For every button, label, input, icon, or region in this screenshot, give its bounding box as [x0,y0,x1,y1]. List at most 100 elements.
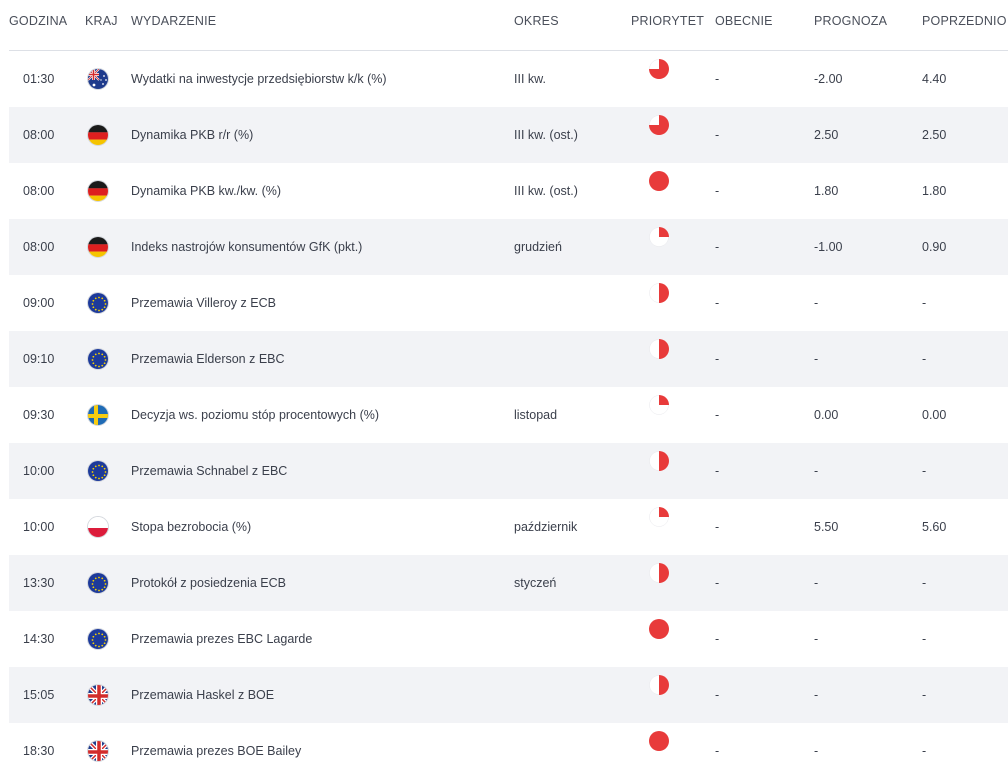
cell-period: październik [514,520,578,534]
cell-time: 18:30 [23,744,55,758]
cell-forecast: - [814,632,819,646]
priority-indicator-icon [649,451,669,471]
cell-forecast: 2.50 [814,128,839,142]
cell-forecast: 1.80 [814,184,839,198]
eu-flag-icon [87,292,109,314]
cell-time: 08:00 [23,184,55,198]
table-header: GODZINA KRAJ WYDARZENIE OKRES PRIORYTET … [9,0,1008,51]
cell-forecast: - [814,296,819,310]
cell-actual: - [715,184,720,198]
priority-indicator-icon [649,563,669,583]
table-row[interactable]: 13:30 Protokół z posiedzenia ECB styczeń - -… [9,555,1008,611]
cell-previous: 5.60 [922,520,947,534]
cell-actual: - [715,576,720,590]
table-row[interactable]: 15:05 Przemawia Haskel z BOE - - - [9,667,1008,723]
cell-previous: - [922,464,927,478]
cell-time: 10:00 [23,520,55,534]
header-forecast[interactable]: PROGNOZA [814,14,887,28]
priority-indicator-icon [649,115,669,135]
cell-event: Wydatki na inwestycje przedsiębiorstw k/… [131,72,387,86]
header-previous[interactable]: POPRZEDNIO [922,14,1007,28]
cell-time: 09:30 [23,408,55,422]
cell-event: Indeks nastrojów konsumentów GfK (pkt.) [131,240,363,254]
table-row[interactable]: 08:00 Indeks nastrojów konsumentów GfK (p… [9,219,1008,275]
cell-event: Przemawia Schnabel z EBC [131,464,288,478]
table-row[interactable]: 14:30 Przemawia prezes EBC Lagarde - - - [9,611,1008,667]
cell-actual: - [715,464,720,478]
table-row[interactable]: 09:30 Decyzja ws. poziomu stóp procentowy… [9,387,1008,443]
germany-flag-icon [87,124,109,146]
priority-indicator-icon [649,675,669,695]
cell-previous: - [922,744,927,758]
cell-previous: 1.80 [922,184,947,198]
cell-time: 09:10 [23,352,55,366]
priority-indicator-icon [649,171,669,191]
header-event[interactable]: WYDARZENIE [131,14,216,28]
cell-actual: - [715,128,720,142]
priority-indicator-icon [649,619,669,639]
cell-time: 01:30 [23,72,55,86]
table-row[interactable]: 18:30 Przemawia prezes BOE Bailey - - - [9,723,1008,779]
cell-forecast: -2.00 [814,72,843,86]
table-row[interactable]: 10:00 Stopa bezrobocia (%) październik - 5.5… [9,499,1008,555]
cell-time: 13:30 [23,576,55,590]
economic-calendar: GODZINA KRAJ WYDARZENIE OKRES PRIORYTET … [0,0,1008,779]
cell-time: 14:30 [23,632,55,646]
cell-event: Protokół z posiedzenia ECB [131,576,286,590]
table-row[interactable]: 10:00 Przemawia Schnabel z EBC - - - [9,443,1008,499]
priority-indicator-icon [649,283,669,303]
cell-event: Przemawia prezes BOE Bailey [131,744,302,758]
cell-previous: 0.00 [922,408,947,422]
cell-actual: - [715,296,720,310]
poland-flag-icon [87,516,109,538]
cell-time: 09:00 [23,296,55,310]
cell-event: Stopa bezrobocia (%) [131,520,252,534]
table-row[interactable]: 08:00 Dynamika PKB r/r (%) III kw. (ost.) -… [9,107,1008,163]
cell-event: Przemawia Villeroy z ECB [131,296,276,310]
cell-actual: - [715,408,720,422]
cell-event: Dynamika PKB r/r (%) [131,128,254,142]
header-actual[interactable]: OBECNIE [715,14,773,28]
eu-flag-icon [87,460,109,482]
eu-flag-icon [87,628,109,650]
table-row[interactable]: 09:10 Przemawia Elderson z EBC - - - [9,331,1008,387]
cell-previous: - [922,352,927,366]
cell-period: III kw. (ost.) [514,128,578,142]
cell-previous: - [922,576,927,590]
header-period[interactable]: OKRES [514,14,559,28]
table-row[interactable]: 08:00 Dynamika PKB kw./kw. (%) III kw. (os… [9,163,1008,219]
header-priority[interactable]: PRIORYTET [631,14,704,28]
uk-flag-icon [87,740,109,762]
cell-event: Przemawia Elderson z EBC [131,352,285,366]
cell-forecast: - [814,744,819,758]
priority-indicator-icon [649,227,669,247]
cell-time: 08:00 [23,240,55,254]
cell-forecast: - [814,464,819,478]
cell-actual: - [715,240,720,254]
cell-previous: 0.90 [922,240,947,254]
sweden-flag-icon [87,404,109,426]
cell-actual: - [715,688,720,702]
cell-actual: - [715,72,720,86]
cell-forecast: - [814,576,819,590]
priority-indicator-icon [649,395,669,415]
header-time[interactable]: GODZINA [9,14,67,28]
table-row[interactable]: 09:00 Przemawia Villeroy z ECB - - - [9,275,1008,331]
header-country[interactable]: KRAJ [85,14,118,28]
table-row[interactable]: 01:30 Wydatki na inwestycje przedsiębiors… [9,51,1008,107]
germany-flag-icon [87,236,109,258]
cell-period: styczeń [514,576,557,590]
cell-period: listopad [514,408,558,422]
cell-actual: - [715,744,720,758]
cell-actual: - [715,352,720,366]
cell-event: Przemawia Haskel z BOE [131,688,275,702]
cell-previous: 2.50 [922,128,947,142]
eu-flag-icon [87,348,109,370]
cell-previous: - [922,296,927,310]
cell-previous: - [922,688,927,702]
cell-time: 15:05 [23,688,55,702]
cell-forecast: 0.00 [814,408,839,422]
cell-previous: 4.40 [922,72,947,86]
priority-indicator-icon [649,339,669,359]
cell-forecast: -1.00 [814,240,843,254]
